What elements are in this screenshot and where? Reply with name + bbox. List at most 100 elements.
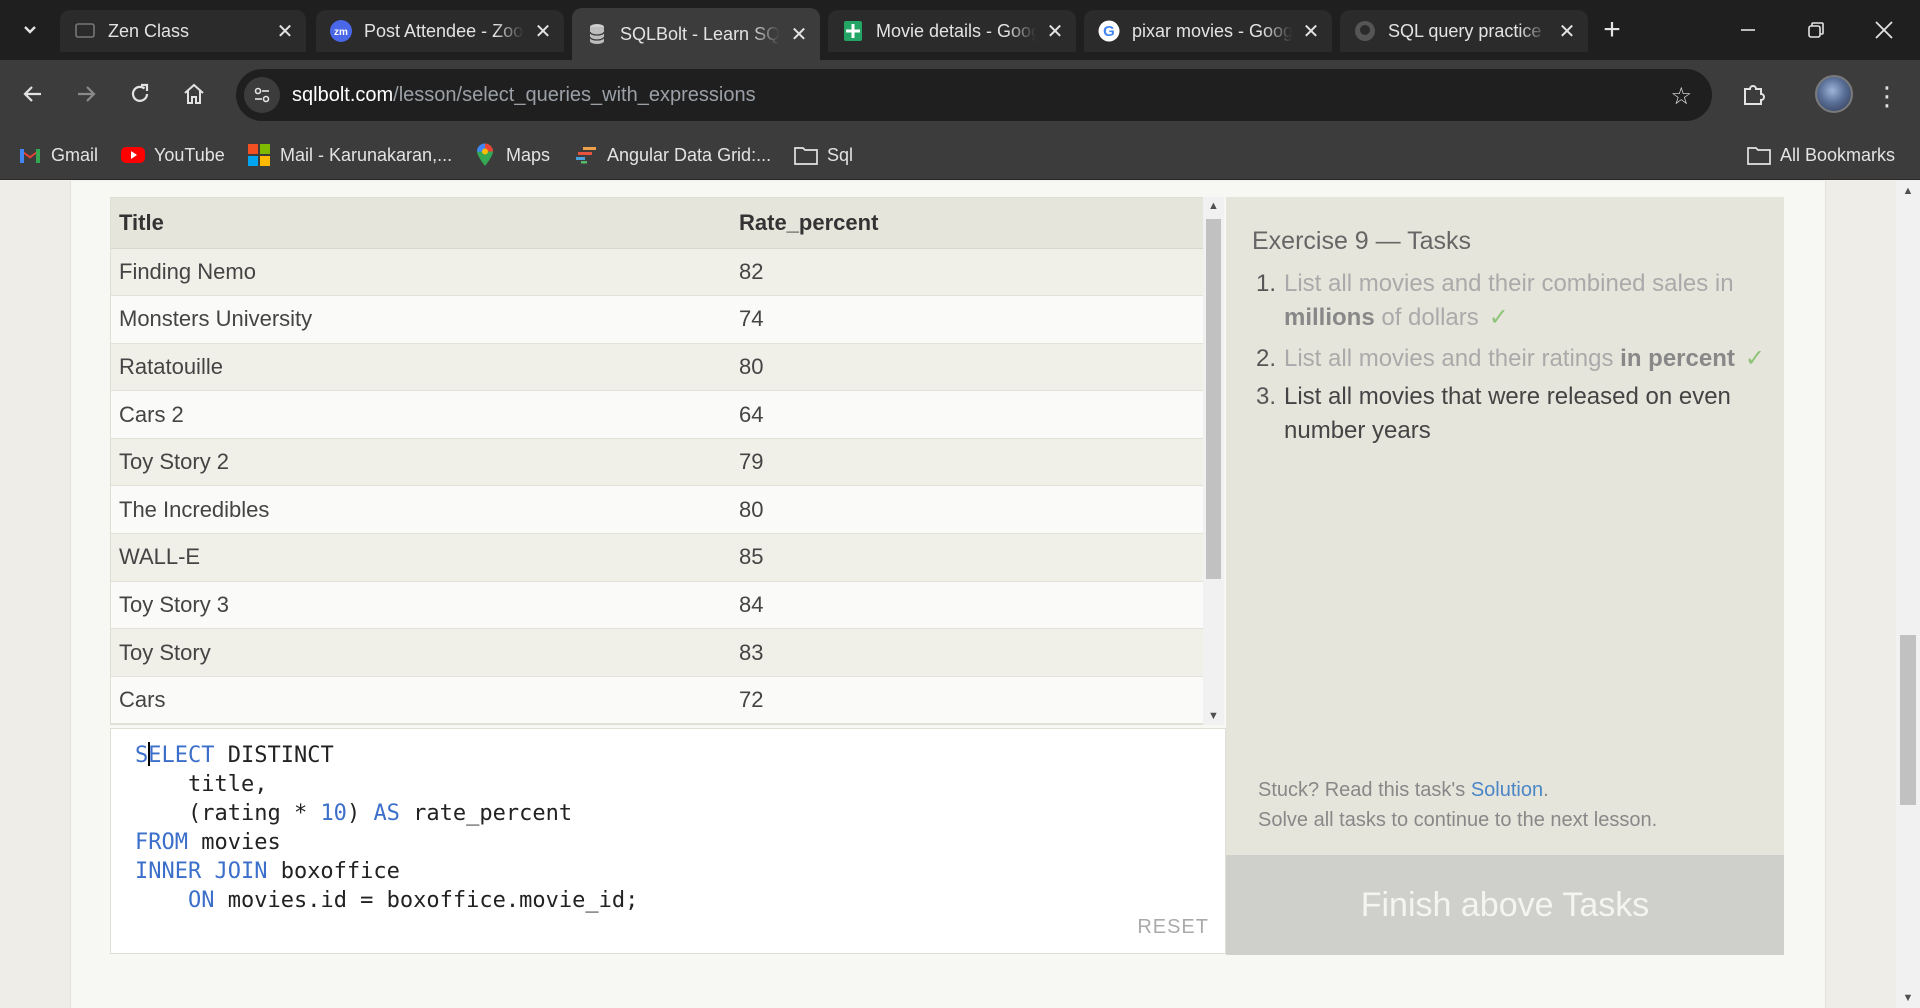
sql-keyword: ELECT [148, 743, 215, 768]
home-button[interactable] [174, 74, 214, 114]
scroll-up-arrow-icon[interactable]: ▲ [1203, 197, 1224, 215]
bookmark-youtube[interactable]: YouTube [121, 139, 225, 171]
bookmark-star-icon[interactable]: ☆ [1670, 82, 1692, 111]
task-text: List all movies and their combined sales… [1284, 270, 1734, 297]
back-button[interactable] [13, 74, 53, 114]
table-row: Cars 2 64 [111, 390, 1203, 439]
table-header-row: Title Rate_percent [111, 198, 1203, 249]
close-icon[interactable]: ✕ [1556, 20, 1578, 43]
close-icon[interactable]: ✕ [1044, 20, 1066, 43]
sql-text: title, [135, 772, 268, 797]
bookmarks-bar: Gmail YouTube Mail - Karunakaran,... Map… [0, 130, 1920, 180]
github-favicon [1354, 20, 1376, 42]
new-tab-button[interactable]: + [1592, 12, 1632, 48]
tab-github[interactable]: SQL query practice ✕ [1340, 10, 1588, 52]
forward-button[interactable] [66, 74, 106, 114]
profile-avatar[interactable] [1815, 75, 1853, 113]
sql-keyword: FROM [135, 830, 188, 855]
cell-rate-percent: 80 [731, 343, 1203, 392]
puzzle-icon [1744, 85, 1765, 105]
cell-rate-percent: 72 [731, 676, 1203, 724]
cell-rate-percent: 83 [731, 628, 1203, 677]
folder-icon [1747, 143, 1771, 167]
gmail-icon [18, 143, 42, 167]
finish-tasks-button[interactable]: Finish above Tasks [1226, 855, 1784, 955]
cell-title: Toy Story 2 [111, 438, 731, 487]
scrollbar-thumb[interactable] [1206, 219, 1221, 579]
tab-sqlbolt[interactable]: SQLBolt - Learn SQL ✕ [572, 8, 820, 60]
bookmark-outlook[interactable]: Mail - Karunakaran,... [247, 139, 452, 171]
sql-number: 10 [320, 801, 347, 826]
solution-link[interactable]: Solution [1471, 779, 1543, 801]
ag-grid-icon [574, 143, 598, 167]
svg-text:zm: zm [334, 27, 348, 38]
site-info-button[interactable] [244, 77, 280, 113]
tab-zoom[interactable]: zm Post Attendee - Zoom ✕ [316, 10, 564, 52]
bookmark-gmail[interactable]: Gmail [18, 139, 98, 171]
minimize-icon [1741, 29, 1755, 31]
sql-text: movies.id = boxoffice.movie_id; [214, 888, 639, 913]
tab-search-button[interactable] [10, 10, 50, 50]
minimize-button[interactable] [1716, 0, 1780, 60]
reload-icon [131, 83, 149, 102]
task-number: 3. [1256, 383, 1277, 410]
sql-editor[interactable]: SELECT DISTINCT title, (rating * 10) AS … [110, 728, 1226, 954]
task-text: List all movies that were released on ev… [1284, 383, 1731, 444]
tab-google-search[interactable]: G pixar movies - Google Search ✕ [1084, 10, 1332, 52]
url-text[interactable]: sqlbolt.com/lesson/select_queries_with_e… [292, 84, 756, 107]
table-row: Toy Story 3 84 [111, 581, 1203, 630]
task-item: 1. List all movies and their combined sal… [1256, 267, 1766, 335]
extensions-button[interactable] [1734, 74, 1774, 114]
tab-sheets[interactable]: Movie details - Google Sheets ✕ [828, 10, 1076, 52]
table-row: Cars 72 [111, 676, 1203, 724]
task-number: 1. [1256, 270, 1277, 297]
cell-title: Toy Story 3 [111, 581, 731, 630]
continue-note: Solve all tasks to continue to the next … [1258, 809, 1658, 831]
restore-button[interactable] [1784, 0, 1848, 60]
table-row: Ratatouille 80 [111, 343, 1203, 392]
bookmark-label: Mail - Karunakaran,... [280, 144, 453, 165]
bookmark-maps[interactable]: Maps [473, 139, 550, 171]
tab-title: pixar movies - Google Search [1132, 20, 1292, 41]
tab-title: SQLBolt - Learn SQL [620, 23, 780, 44]
close-icon[interactable]: ✕ [1300, 20, 1322, 43]
tab-zen-class[interactable]: Zen Class ✕ [60, 10, 306, 52]
scrollbar-thumb[interactable] [1900, 635, 1916, 805]
cell-rate-percent: 85 [731, 533, 1203, 582]
bookmark-folder-sql[interactable]: Sql [794, 139, 853, 171]
youtube-icon [121, 143, 145, 167]
cell-title: The Incredibles [111, 485, 731, 535]
cell-title: Monsters University [111, 295, 731, 344]
url-host: sqlbolt.com [292, 83, 394, 106]
scroll-down-arrow-icon[interactable]: ▼ [1896, 988, 1920, 1008]
bookmark-label: Sql [827, 144, 854, 165]
results-table: Title Rate_percent Finding Nemo 82 Monster… [111, 198, 1203, 724]
table-row: The Incredibles 80 [111, 485, 1203, 535]
maps-icon [473, 143, 497, 167]
scroll-up-arrow-icon[interactable]: ▲ [1896, 181, 1920, 201]
stuck-suffix: . [1543, 779, 1549, 801]
cell-title: WALL-E [111, 533, 731, 582]
close-icon[interactable]: ✕ [532, 20, 554, 43]
address-bar[interactable]: sqlbolt.com/lesson/select_queries_with_e… [236, 69, 1712, 121]
close-window-button[interactable] [1852, 0, 1916, 60]
cell-title: Cars 2 [111, 390, 731, 439]
tab-title: Movie details - Google Sheets [876, 20, 1036, 41]
all-bookmarks[interactable]: All Bookmarks [1747, 139, 1895, 171]
table-row: Toy Story 83 [111, 628, 1203, 677]
close-icon[interactable]: ✕ [788, 23, 810, 46]
page-viewport: Title Rate_percent Finding Nemo 82 Monster… [0, 181, 1920, 1008]
scroll-down-arrow-icon[interactable]: ▼ [1203, 707, 1224, 725]
sql-code[interactable]: SELECT DISTINCT title, (rating * 10) AS … [135, 741, 638, 915]
results-scrollbar[interactable]: ▲ ▼ [1203, 197, 1224, 725]
bookmark-ag-grid[interactable]: Angular Data Grid:... [574, 139, 771, 171]
more-menu-icon[interactable]: ⋮ [1872, 78, 1902, 114]
sql-text: (rating * [135, 801, 321, 826]
close-icon[interactable]: ✕ [274, 20, 296, 43]
reset-button[interactable]: RESET [1137, 916, 1209, 939]
bookmark-label: YouTube [154, 144, 225, 165]
page-scrollbar[interactable]: ▲ ▼ [1896, 181, 1920, 1008]
bookmark-label: Maps [506, 144, 551, 165]
sql-keyword: AS [373, 801, 400, 826]
reload-button[interactable] [120, 74, 160, 114]
